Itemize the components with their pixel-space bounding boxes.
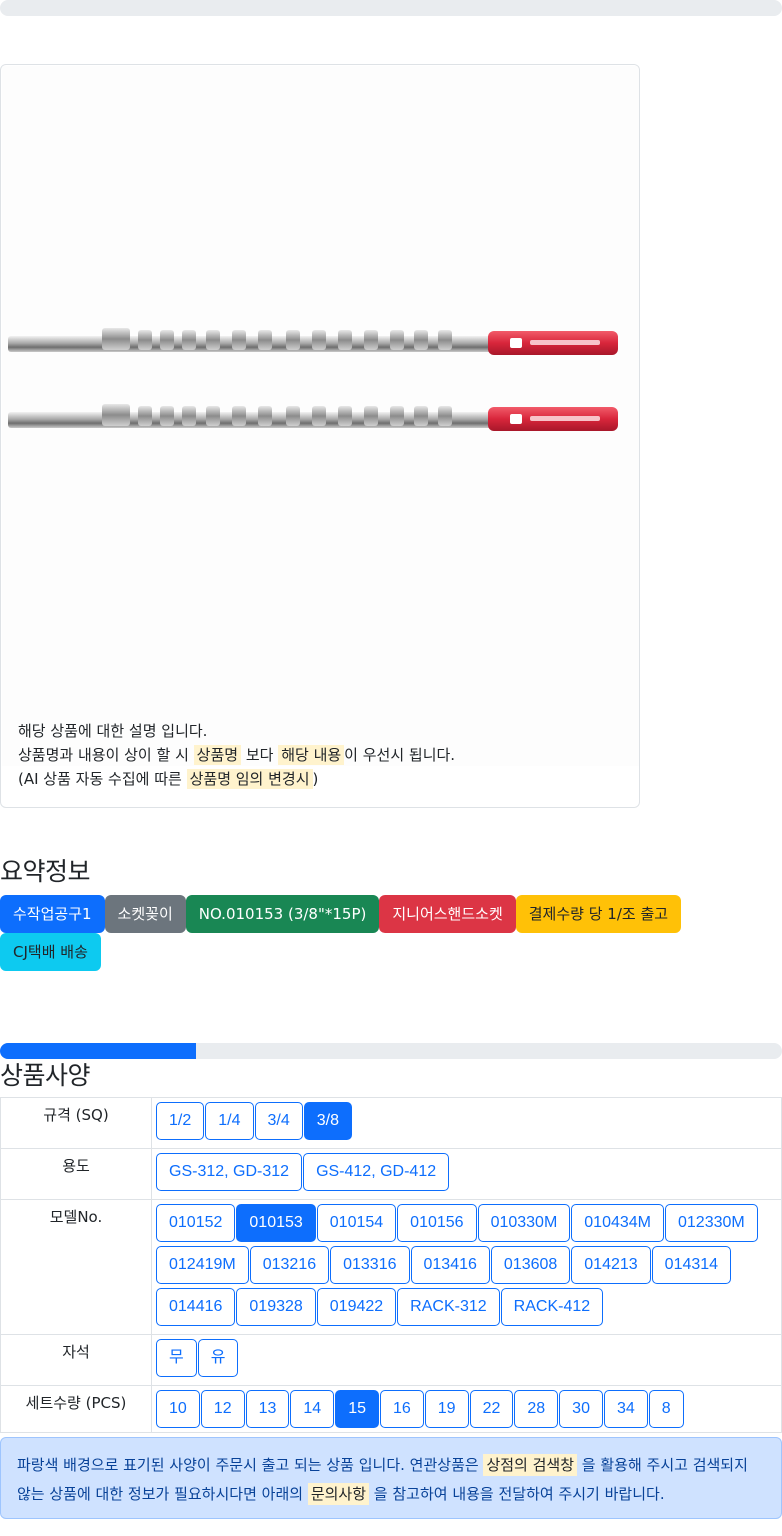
spec-option-button[interactable]: 1/4 (205, 1102, 254, 1140)
highlight-inquiry: 문의사항 (307, 1483, 370, 1505)
spec-option-button[interactable]: RACK-312 (397, 1288, 500, 1326)
spec-option-button[interactable]: 28 (514, 1390, 559, 1428)
spec-options: GS-312, GD-312 GS-412, GD-412 (151, 1148, 782, 1200)
spec-option-button[interactable]: 3/8 (303, 1102, 352, 1140)
spec-option-button[interactable]: RACK-412 (500, 1288, 604, 1326)
spec-option-button[interactable]: 013608 (490, 1246, 571, 1284)
summary-badge: 수작업공구1 (0, 895, 105, 933)
spec-option-button[interactable]: 010153 (236, 1204, 316, 1242)
spec-option-button[interactable]: 013216 (249, 1246, 330, 1284)
highlight-search-box: 상점의 검색창 (483, 1454, 578, 1476)
spec-option-button[interactable]: 014416 (156, 1288, 236, 1326)
spec-option-button[interactable]: 019422 (316, 1288, 397, 1326)
spec-option-button[interactable]: 019328 (236, 1288, 316, 1326)
summary-title: 요약정보 (0, 857, 91, 886)
spec-option-button[interactable]: GS-412, GD-412 (303, 1153, 450, 1191)
info-text: 을 참고하여 내용을 전달하여 주시기 바랍니다. (369, 1485, 665, 1503)
spec-row: 세트수량 (PCS) 10 12 13 14 15 16 19 22 28 30 34 8 (0, 1385, 782, 1433)
spec-option-button[interactable]: 010154 (316, 1204, 397, 1242)
spec-option-button[interactable]: 012419M (156, 1246, 249, 1284)
product-card: 해당 상품에 대한 설명 입니다. 상품명과 내용이 상이 할 시 상품명 보다… (0, 64, 640, 808)
spec-row: 규격 (SQ) 1/2 1/4 3/4 3/8 (0, 1097, 782, 1149)
spec-option-button[interactable]: 14 (290, 1390, 335, 1428)
socket-rail-illustration (8, 328, 618, 431)
spec-option-button[interactable]: 22 (469, 1390, 514, 1428)
spec-option-button[interactable]: 3/4 (254, 1102, 303, 1140)
summary-badge: NO.010153 (3/8"*15P) (185, 895, 380, 933)
spec-option-button[interactable]: 013416 (410, 1246, 490, 1284)
spec-option-button[interactable]: 013316 (330, 1246, 410, 1284)
progress-bar (0, 1043, 782, 1059)
spec-option-button[interactable]: 010156 (397, 1204, 477, 1242)
spec-option-button[interactable]: 10 (156, 1390, 200, 1428)
spec-label: 용도 (0, 1148, 152, 1200)
spec-option-button[interactable]: 014314 (651, 1246, 732, 1284)
summary-badge: 결제수량 당 1/조 출고 (515, 895, 682, 933)
spec-label: 모델No. (0, 1199, 152, 1335)
spec-option-button[interactable]: 014213 (571, 1246, 651, 1284)
spec-label: 세트수량 (PCS) (0, 1385, 152, 1433)
spec-option-button[interactable]: 010434M (571, 1204, 664, 1242)
spec-option-button[interactable]: 12 (200, 1390, 245, 1428)
notice-line-2: 상품명과 내용이 상이 할 시 상품명 보다 해당 내용 이 우선시 됩니다. (18, 743, 455, 767)
spec-option-button[interactable]: 8 (648, 1390, 684, 1428)
spec-options: 010152 010153 010154 010156 010330M 010434M 01… (151, 1199, 782, 1335)
product-image (2, 66, 639, 766)
summary-badges: 수작업공구1 소켓꽂이 NO.010153 (3/8"*15P) 지니어스핸드소켓 결제… (0, 895, 700, 971)
notice-text: (AI 상품 자동 수집에 따른 (18, 770, 187, 788)
spec-option-button[interactable]: 유 (197, 1339, 239, 1377)
description-notice: 해당 상품에 대한 설명 입니다. 상품명과 내용이 상이 할 시 상품명 보다… (18, 719, 455, 791)
summary-badge: 소켓꽂이 (104, 895, 186, 933)
spec-option-button[interactable]: 15 (335, 1390, 379, 1428)
spec-row: 용도 GS-312, GD-312 GS-412, GD-412 (0, 1148, 782, 1200)
notice-line-3: (AI 상품 자동 수집에 따른 상품명 임의 변경시) (18, 767, 455, 791)
spec-row: 자석 무 유 (0, 1334, 782, 1386)
notice-text: 상품명과 내용이 상이 할 시 (18, 746, 194, 764)
notice-text: ) (312, 770, 319, 788)
spec-label: 자석 (0, 1334, 152, 1386)
top-divider-bar (0, 0, 782, 16)
spec-title: 상품사양 (0, 1061, 91, 1090)
spec-option-button[interactable]: 012330M (665, 1204, 758, 1242)
spec-option-button[interactable]: 010330M (477, 1204, 571, 1242)
summary-badge: CJ택배 배송 (0, 933, 101, 971)
highlight-name-change: 상품명 임의 변경시 (186, 769, 313, 789)
highlight-product-name: 상품명 (193, 745, 242, 765)
spec-options: 1/2 1/4 3/4 3/8 (151, 1097, 782, 1149)
notice-line-1: 해당 상품에 대한 설명 입니다. (18, 722, 208, 740)
summary-badge: 지니어스핸드소켓 (379, 895, 516, 933)
spec-option-button[interactable]: GS-312, GD-312 (156, 1153, 303, 1191)
highlight-content: 해당 내용 (278, 745, 345, 765)
info-alert: 파랑색 배경으로 표기된 사양이 주문시 출고 되는 상품 입니다. 연관상품은… (0, 1437, 782, 1519)
spec-options: 무유 (151, 1334, 782, 1386)
spec-option-button[interactable]: 34 (603, 1390, 648, 1428)
spec-options: 10 12 13 14 15 16 19 22 28 30 34 8 (151, 1385, 782, 1433)
notice-text: 이 우선시 됩니다. (344, 746, 456, 764)
spec-table: 규격 (SQ) 1/2 1/4 3/4 3/8 용도 GS-312, GD-312 GS-41… (0, 1097, 782, 1433)
spec-option-button[interactable]: 010152 (156, 1204, 236, 1242)
spec-option-button[interactable]: 19 (424, 1390, 469, 1428)
spec-option-button[interactable]: 16 (379, 1390, 424, 1428)
spec-option-button[interactable]: 무 (156, 1339, 197, 1377)
info-text: 파랑색 배경으로 표기된 사양이 주문시 출고 되는 상품 입니다. 연관상품은 (17, 1456, 484, 1474)
notice-text: 보다 (241, 746, 279, 764)
spec-option-button[interactable]: 1/2 (156, 1102, 205, 1140)
spec-option-button[interactable]: 30 (559, 1390, 603, 1428)
spec-option-button[interactable]: 13 (245, 1390, 290, 1428)
spec-label: 규격 (SQ) (0, 1097, 152, 1149)
spec-row: 모델No. 010152 010153 010154 010156 010330M 0104… (0, 1199, 782, 1335)
